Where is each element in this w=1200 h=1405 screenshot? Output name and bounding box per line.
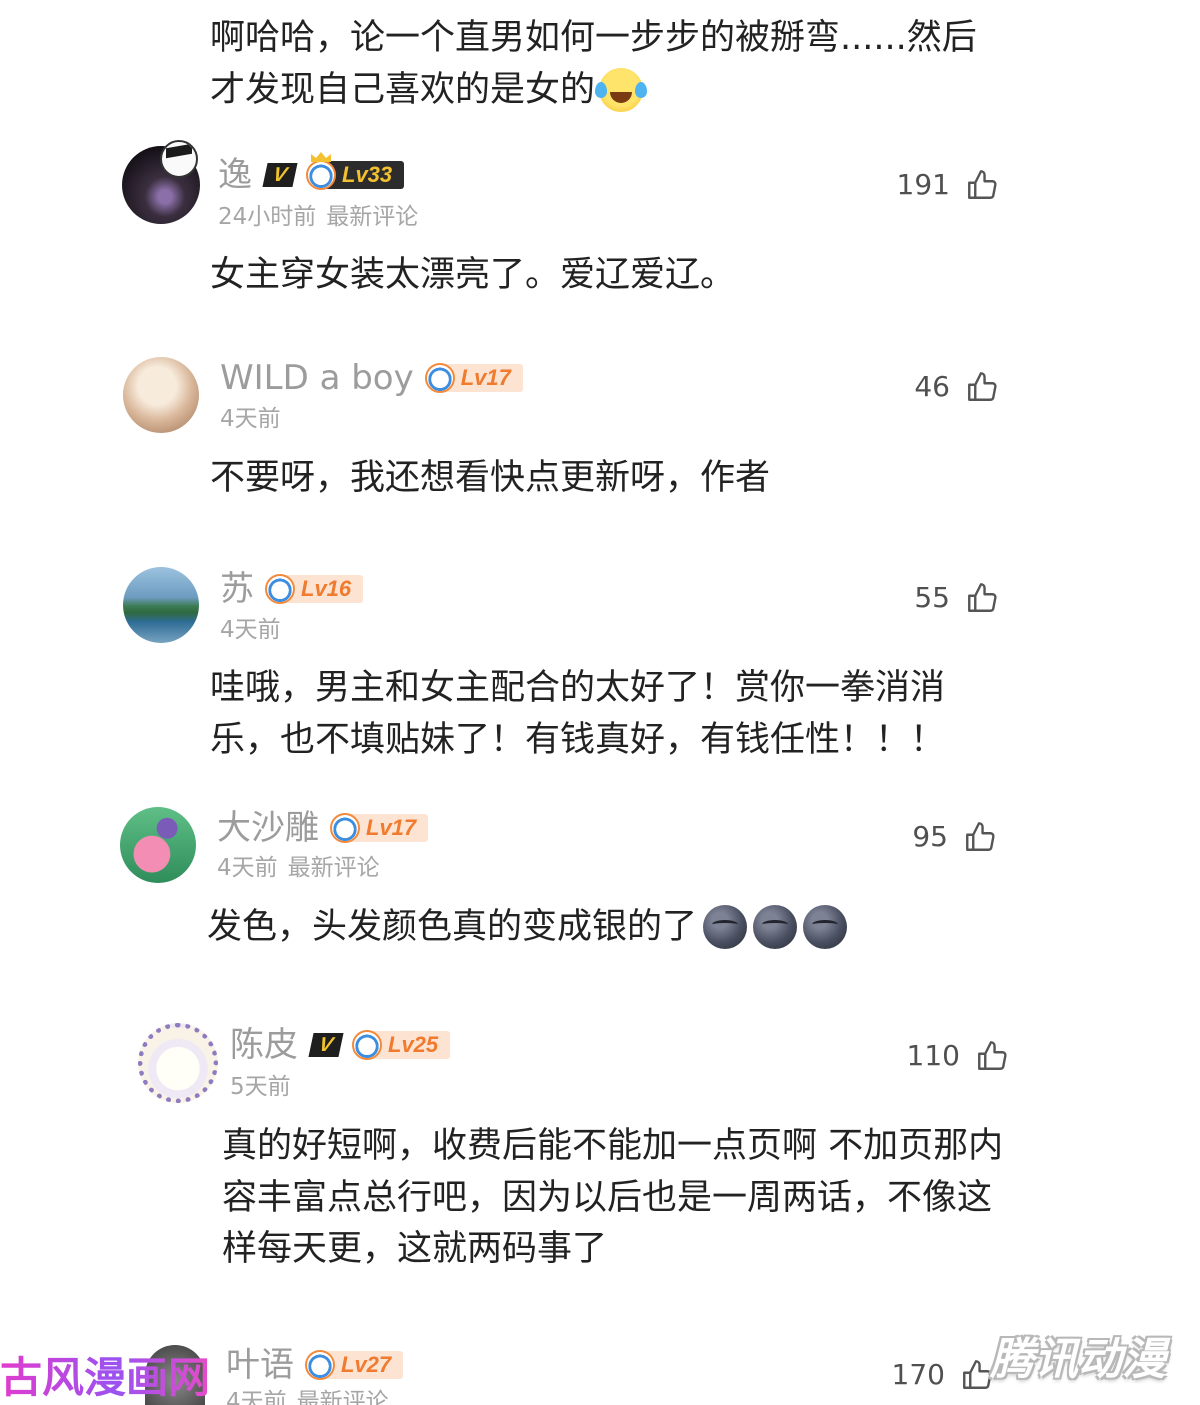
verified-badge: V [308, 1033, 344, 1057]
latest-tag: 最新评论 [296, 1389, 389, 1405]
crown-face-icon [306, 160, 336, 190]
time-text: 5天前 [230, 1074, 291, 1100]
level-label: Lv33 [342, 162, 393, 187]
like-button[interactable]: 95 [912, 817, 998, 857]
watermark-right: 腾讯动漫 [990, 1334, 1166, 1385]
username[interactable]: 大沙雕 [217, 808, 319, 848]
comment-text: 真的好短啊，收费后能不能加一点页啊 不加页那内 容丰富点总行吧，因为以后也是一周… [222, 1121, 1003, 1276]
time-text: 4天前 [220, 617, 281, 643]
level-badge: Lv27 [305, 1350, 404, 1380]
name-row: 大沙雕 Lv17 [217, 808, 429, 848]
comment-text: 哇哦，男主和女主配合的太好了！赏你一拳消消 乐，也不填贴妹了！有钱真好，有钱任性… [210, 662, 945, 766]
comment-item: 陈皮 V Lv25 5天前 110 真的好短啊，收费后能不能加一点页啊 不加页那… [0, 1015, 1200, 1285]
username[interactable]: 逸 [218, 155, 252, 195]
new-moon-face-emoji-icon [703, 905, 748, 949]
level-badge: Lv16 [265, 574, 364, 604]
thumbs-up-icon[interactable] [974, 1038, 1010, 1074]
comment-item: 逸 V Lv33 24小时前 最新评论 191 女主穿女装太漂亮了。爱辽爱辽。 [0, 140, 1200, 310]
latest-tag: 最新评论 [287, 855, 380, 881]
avatar[interactable] [138, 1023, 218, 1103]
comment-line: 啊哈哈，论一个直男如何一步步的被掰弯......然后 [210, 18, 977, 58]
level-label: Lv27 [341, 1352, 392, 1377]
thumbs-up-icon[interactable] [964, 369, 1000, 405]
name-row: 逸 V Lv33 [218, 155, 405, 195]
like-count: 95 [912, 820, 948, 853]
avatar-pendant-icon [160, 140, 198, 178]
face-icon [330, 813, 360, 843]
watermark-left: 古风漫画网 [0, 1350, 210, 1405]
comment-line: 容丰富点总行吧，因为以后也是一周两话，不像这 [222, 1177, 993, 1218]
name-row: WILD a boy Lv17 [220, 358, 523, 398]
like-count: 170 [891, 1358, 945, 1391]
face-icon [265, 574, 295, 604]
username[interactable]: 叶语 [226, 1345, 294, 1385]
comment-text: 女主穿女装太漂亮了。爱辽爱辽。 [210, 249, 735, 301]
time-text: 4天前 [220, 406, 281, 432]
comment-time: 24小时前 最新评论 [218, 203, 418, 231]
avatar[interactable] [123, 567, 199, 643]
face-icon [305, 1350, 335, 1380]
comment-time: 4天前 最新评论 [217, 854, 380, 882]
comment-line: 不要呀，我还想看快点更新呀，作者 [210, 458, 771, 498]
avatar[interactable] [123, 357, 199, 433]
comment-line: 样每天更，这就两码事了 [222, 1229, 608, 1269]
comment-time: 5天前 [230, 1073, 291, 1101]
thumbs-up-icon[interactable] [964, 167, 1000, 203]
comment-time: 4天前 最新评论 [226, 1388, 389, 1405]
like-button[interactable]: 170 [892, 1355, 995, 1395]
comment-time: 4天前 [220, 616, 281, 644]
comment-line: 真的好短啊，收费后能不能加一点页啊 不加页那内 [222, 1126, 1004, 1166]
like-button[interactable]: 191 [897, 165, 1000, 205]
latest-tag: 最新评论 [326, 204, 419, 230]
face-icon [424, 363, 455, 393]
like-count: 55 [914, 581, 950, 614]
level-badge: Lv25 [352, 1030, 451, 1060]
comment-text: 不要呀，我还想看快点更新呀，作者 [210, 452, 770, 504]
comment-line-text: 发色，头发颜色真的变成银的了 [207, 907, 698, 947]
level-label: Lv17 [366, 815, 417, 840]
comment-item: WILD a boy Lv17 4天前 46 不要呀，我还想看快点更新呀，作者 [0, 350, 1200, 510]
level-badge: Lv17 [330, 813, 429, 843]
comment-line: 乐，也不填贴妹了！有钱真好，有钱任性！！！ [210, 720, 946, 760]
avatar[interactable] [120, 807, 196, 883]
name-row: 苏 Lv16 [220, 569, 364, 609]
level-label: Lv16 [301, 576, 352, 601]
comment-time: 4天前 [220, 405, 281, 433]
time-text: 24小时前 [218, 204, 317, 230]
name-row: 陈皮 V Lv25 [230, 1025, 451, 1065]
verified-badge: V [262, 163, 298, 187]
time-text: 4天前 [217, 855, 278, 881]
like-button[interactable]: 55 [914, 578, 1000, 618]
like-button[interactable]: 46 [914, 367, 1000, 407]
top-comment-text: 啊哈哈，论一个直男如何一步步的被掰弯......然后 才发现自己喜欢的是女的 [210, 12, 977, 116]
laughing-tears-emoji-icon [595, 68, 648, 112]
like-count: 46 [914, 370, 950, 403]
comment-line: 女主穿女装太漂亮了。爱辽爱辽。 [210, 255, 736, 295]
like-count: 110 [906, 1039, 960, 1072]
thumbs-up-icon[interactable] [962, 819, 998, 855]
username[interactable]: 苏 [220, 569, 254, 609]
new-moon-face-emoji-icon [803, 905, 848, 949]
time-text: 4天前 [226, 1389, 287, 1405]
comment-text: 发色，头发颜色真的变成银的了 [207, 901, 848, 953]
level-label: Lv25 [388, 1032, 439, 1057]
name-row: 叶语 Lv27 [226, 1345, 404, 1385]
username[interactable]: 陈皮 [230, 1025, 298, 1065]
comment-line-text: 才发现自己喜欢的是女的 [210, 70, 596, 110]
new-moon-face-emoji-icon [753, 905, 798, 949]
comment-item: 苏 Lv16 4天前 55 哇哦，男主和女主配合的太好了！赏你一拳消消 乐，也不… [0, 560, 1200, 770]
level-badge: Lv17 [424, 363, 523, 393]
comment-line: 发色，头发颜色真的变成银的了 [207, 901, 848, 953]
username[interactable]: WILD a boy [220, 358, 414, 398]
like-count: 191 [896, 168, 950, 201]
comment-item: 大沙雕 Lv17 4天前 最新评论 95 发色，头发颜色真的变成银的了 [0, 800, 1200, 960]
level-label: Lv17 [460, 365, 511, 390]
face-icon [352, 1030, 382, 1060]
like-button[interactable]: 110 [907, 1036, 1010, 1076]
level-badge: Lv33 [306, 160, 405, 190]
thumbs-up-icon[interactable] [964, 580, 1000, 616]
comment-line: 才发现自己喜欢的是女的 [210, 64, 977, 116]
comment-line: 哇哦，男主和女主配合的太好了！赏你一拳消消 [210, 668, 946, 708]
